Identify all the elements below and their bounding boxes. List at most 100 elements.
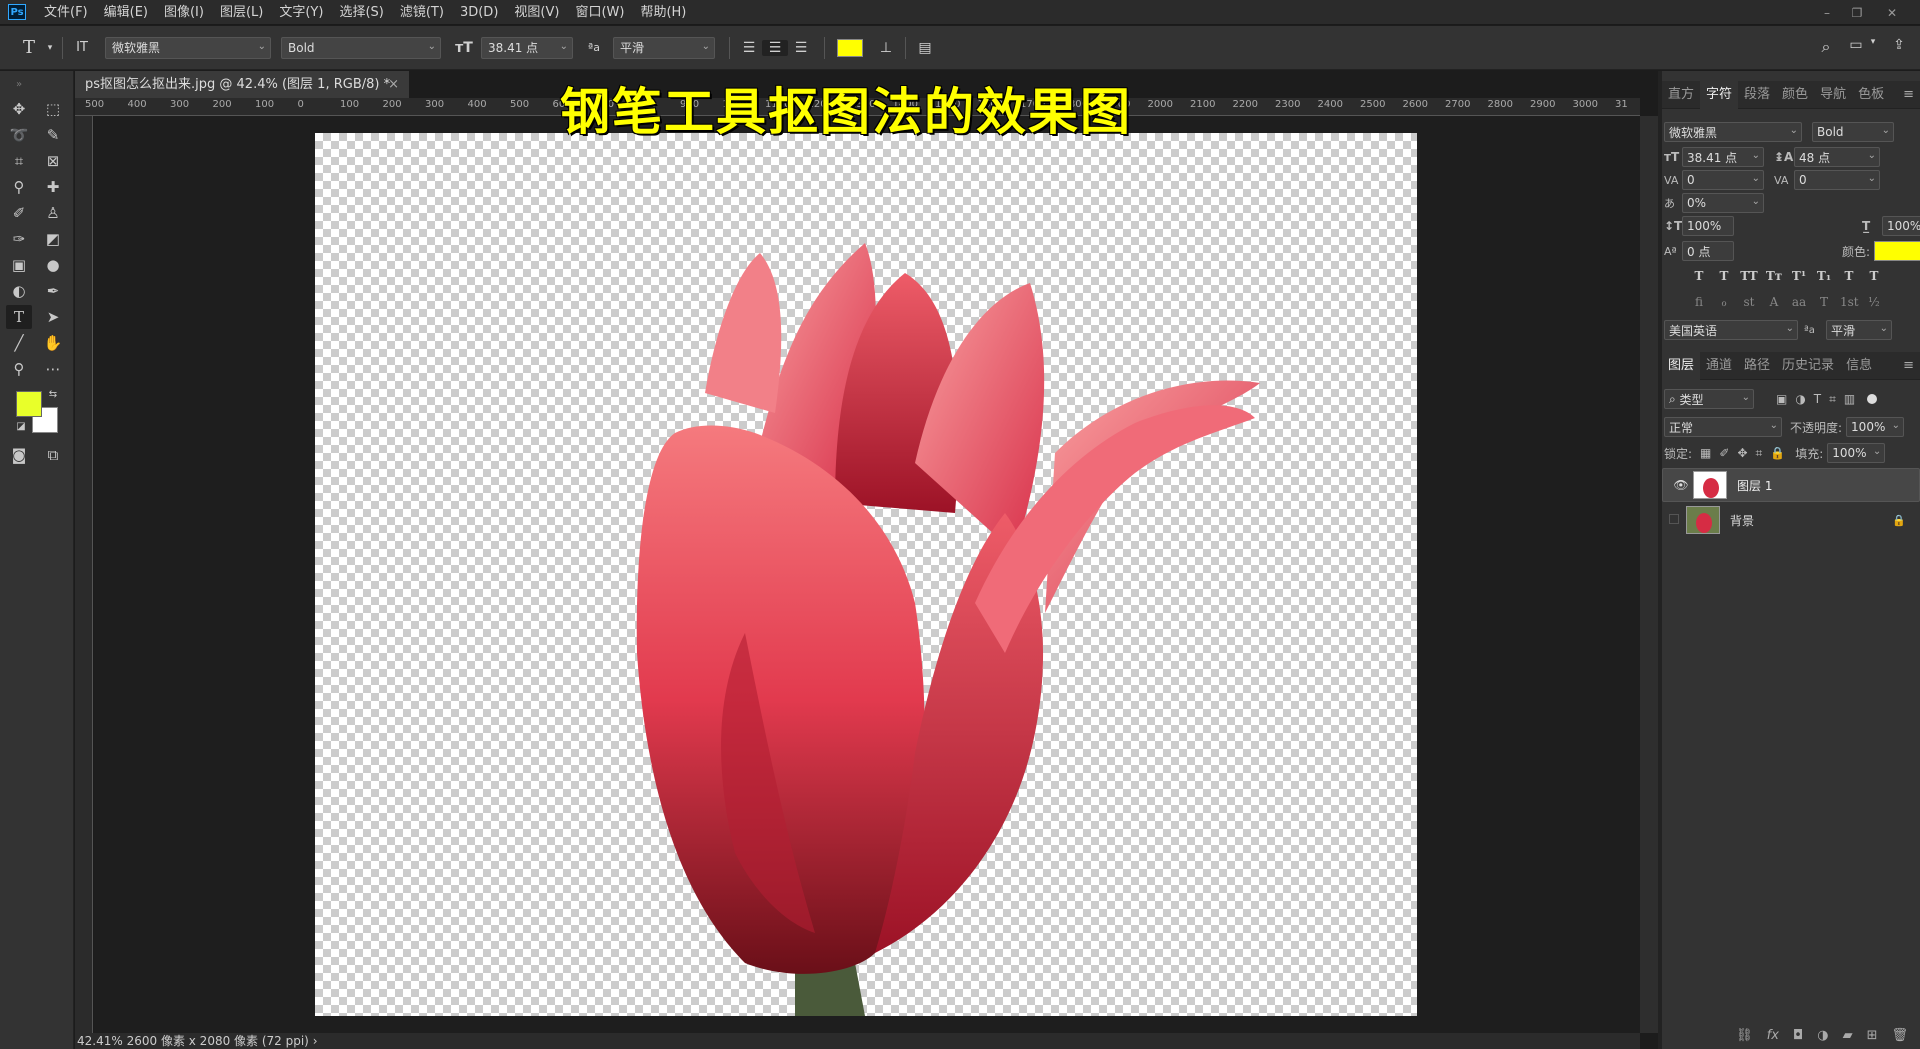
type-tool-preset-icon[interactable]: T	[14, 37, 44, 58]
fill-field[interactable]: 100% ⌄	[1827, 443, 1886, 463]
menu-window[interactable]: 窗口(W)	[567, 0, 632, 25]
text-format-button[interactable]: T₁	[1815, 269, 1833, 283]
new-layer-icon[interactable]: ⊞	[1867, 1028, 1878, 1043]
text-format-button[interactable]: Tт	[1765, 269, 1783, 283]
tab-channels[interactable]: 通道	[1700, 352, 1738, 380]
menu-help[interactable]: 帮助(H)	[632, 0, 694, 25]
pen-tool-icon[interactable]: ✒	[40, 279, 66, 303]
warp-text-icon[interactable]: ⊥	[873, 40, 899, 56]
stamp-tool-icon[interactable]: ♙	[40, 201, 66, 225]
char-hscale-field[interactable]: 100%	[1882, 216, 1920, 236]
tab-histogram[interactable]: 直方	[1662, 81, 1700, 109]
brush-tool-icon[interactable]: ✐	[6, 201, 32, 225]
tab-info[interactable]: 信息	[1840, 352, 1878, 380]
opentype-button[interactable]: ℴ	[1715, 295, 1733, 309]
character-panel-toggle-icon[interactable]: ▤	[912, 40, 938, 56]
char-tracking-field[interactable]: 0 ⌄	[1794, 170, 1880, 190]
eyedropper-tool-icon[interactable]: ⚲	[6, 175, 32, 199]
menu-filter[interactable]: 滤镜(T)	[392, 0, 452, 25]
layer-row-layer1[interactable]: 👁 图层 1	[1662, 468, 1920, 502]
opentype-button[interactable]: 1st	[1840, 295, 1859, 309]
marquee-tool-icon[interactable]: ⬚	[40, 97, 66, 121]
chevron-down-icon[interactable]: ▾	[44, 43, 56, 53]
add-mask-icon[interactable]: ◘	[1793, 1028, 1803, 1043]
vertical-scrollbar[interactable]	[1640, 116, 1658, 1033]
fx-icon[interactable]: fx	[1767, 1028, 1779, 1043]
tab-navigator[interactable]: 导航	[1814, 81, 1852, 109]
opacity-field[interactable]: 100% ⌄	[1846, 417, 1905, 437]
opentype-button[interactable]: A	[1765, 295, 1783, 309]
gradient-tool-icon[interactable]: ▣	[6, 253, 32, 277]
menu-layer[interactable]: 图层(L)	[212, 0, 271, 25]
char-baseline-field[interactable]: 0 点	[1682, 241, 1734, 261]
status-arrow-icon[interactable]: ›	[313, 1034, 318, 1048]
char-font-style-select[interactable]: Bold ⌄	[1812, 122, 1894, 142]
tab-history[interactable]: 历史记录	[1776, 352, 1840, 380]
type-tool-icon[interactable]: T	[6, 305, 32, 329]
crop-tool-icon[interactable]: ⌗	[6, 149, 32, 173]
close-window-button[interactable]: ✕	[1878, 0, 1906, 25]
dodge-tool-icon[interactable]: ◐	[6, 279, 32, 303]
toggle-orientation-icon[interactable]: IT	[69, 40, 95, 55]
opentype-button[interactable]: fi	[1690, 295, 1708, 309]
zoom-level[interactable]: 42.41%	[77, 1034, 123, 1048]
font-family-select[interactable]: 微软雅黑 ⌄	[105, 36, 271, 59]
lock-icons[interactable]: ▦✐✥⌗🔒	[1700, 446, 1793, 461]
char-antialias-select[interactable]: 平滑 ⌄	[1826, 320, 1892, 340]
eraser-tool-icon[interactable]: ◩	[40, 227, 66, 251]
document-canvas[interactable]	[315, 133, 1417, 1016]
align-right-icon[interactable]: ☰	[788, 40, 814, 56]
new-group-icon[interactable]: ▰	[1843, 1028, 1853, 1043]
swap-colors-icon[interactable]: ⇆	[46, 387, 60, 401]
menu-select[interactable]: 选择(S)	[331, 0, 391, 25]
layer-filter-select[interactable]: ⌕ 类型 ⌄	[1664, 389, 1754, 409]
layer-name[interactable]: 图层 1	[1737, 477, 1772, 494]
text-format-button[interactable]: T	[1690, 269, 1708, 283]
blend-mode-select[interactable]: 正常 ⌄	[1664, 417, 1782, 437]
menu-edit[interactable]: 编辑(E)	[96, 0, 156, 25]
text-format-button[interactable]: TT	[1740, 269, 1758, 283]
layer-filter-icons[interactable]: ▣◑T⌗▥	[1776, 392, 1863, 407]
adjustment-layer-icon[interactable]: ◑	[1817, 1028, 1828, 1043]
opentype-button[interactable]: aa	[1790, 295, 1808, 309]
quick-mask-icon[interactable]: ◙	[6, 443, 32, 467]
tab-paths[interactable]: 路径	[1738, 352, 1776, 380]
visibility-eye-icon[interactable]: 👁	[1669, 478, 1693, 492]
menu-3d[interactable]: 3D(D)	[452, 0, 506, 25]
antialias-select[interactable]: 平滑 ⌄	[613, 36, 715, 59]
tab-paragraph[interactable]: 段落	[1738, 81, 1776, 109]
font-style-select[interactable]: Bold ⌄	[281, 36, 441, 59]
screen-mode-icon[interactable]: ⧉	[40, 443, 66, 467]
line-tool-icon[interactable]: ╱	[6, 331, 32, 355]
font-size-select[interactable]: 38.41 点 ⌄	[481, 36, 573, 59]
workspace-icon[interactable]: ▭	[1845, 37, 1867, 53]
healing-brush-tool-icon[interactable]: ✚	[40, 175, 66, 199]
align-center-icon[interactable]: ☰	[762, 39, 788, 56]
layer-row-background[interactable]: 背景 🔒	[1662, 503, 1920, 537]
tab-layers[interactable]: 图层	[1662, 351, 1701, 380]
search-icon[interactable]: ⌕	[1815, 37, 1837, 57]
zoom-tool-icon[interactable]: ⚲	[6, 357, 32, 381]
panel-menu-icon[interactable]: ≡	[1903, 358, 1914, 373]
visibility-toggle-icon[interactable]	[1662, 513, 1686, 527]
chevron-down-icon[interactable]: ▾	[1867, 37, 1879, 47]
text-format-button[interactable]: T¹	[1790, 269, 1808, 283]
more-tools-icon[interactable]: ⋯	[40, 357, 66, 381]
lasso-tool-icon[interactable]: ➰	[6, 123, 32, 147]
text-format-button[interactable]: T	[1840, 269, 1858, 283]
opentype-button[interactable]: ½	[1865, 295, 1883, 309]
tab-character[interactable]: 字符	[1700, 80, 1739, 109]
share-icon[interactable]: ⇪	[1888, 37, 1910, 53]
opentype-button[interactable]: st	[1740, 295, 1758, 309]
delete-layer-icon[interactable]: 🗑	[1891, 1028, 1908, 1043]
menu-image[interactable]: 图像(I)	[156, 0, 212, 25]
minimize-button[interactable]: –	[1813, 0, 1841, 25]
document-tab[interactable]: ps抠图怎么抠出来.jpg @ 42.4% (图层 1, RGB/8) * ×	[75, 71, 409, 98]
char-size-field[interactable]: 38.41 点 ⌄	[1682, 147, 1764, 167]
default-colors-icon[interactable]: ◪	[14, 419, 28, 433]
menu-file[interactable]: 文件(F)	[36, 0, 96, 25]
tab-swatches[interactable]: 色板	[1852, 81, 1890, 109]
foreground-color-swatch[interactable]	[16, 391, 42, 417]
blur-tool-icon[interactable]: ●	[40, 253, 66, 277]
filter-toggle-icon[interactable]	[1867, 394, 1878, 404]
